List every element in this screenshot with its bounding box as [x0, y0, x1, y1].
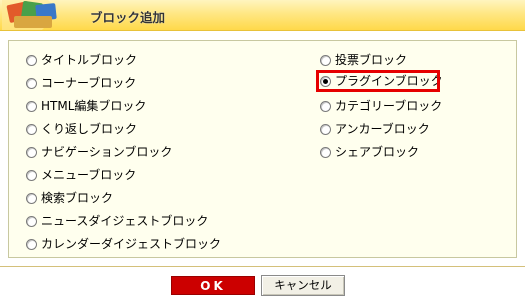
option-label: 投票ブロック — [335, 53, 408, 67]
option-label: コーナーブロック — [41, 76, 137, 90]
radio-icon[interactable] — [26, 215, 37, 227]
option-menu-block[interactable]: メニューブロック — [26, 166, 136, 184]
radio-icon[interactable] — [26, 169, 37, 181]
radio-icon[interactable] — [26, 77, 37, 89]
option-label: カテゴリーブロック — [335, 99, 443, 113]
option-share-block[interactable]: シェアブロック — [320, 143, 419, 161]
option-corner-block[interactable]: コーナーブロック — [26, 74, 136, 92]
option-search-block[interactable]: 検索ブロック — [26, 189, 113, 207]
radio-icon[interactable] — [26, 192, 37, 204]
radio-icon[interactable] — [26, 238, 37, 250]
option-news-digest-block[interactable]: ニュースダイジェストブロック — [26, 212, 208, 230]
selection-highlight-box — [316, 70, 440, 92]
option-category-block[interactable]: カテゴリーブロック — [320, 97, 442, 115]
option-title-block[interactable]: タイトルブロック — [26, 51, 137, 69]
option-anchor-block[interactable]: アンカーブロック — [320, 120, 430, 138]
radio-icon[interactable] — [320, 146, 331, 158]
block-folder-icon — [2, 0, 60, 30]
ok-button[interactable]: OK — [171, 276, 255, 295]
radio-icon[interactable] — [26, 146, 37, 158]
cancel-button[interactable]: キャンセル — [261, 275, 345, 296]
radio-icon[interactable] — [320, 100, 331, 112]
dialog-title: ブロック追加 — [90, 10, 166, 25]
radio-icon[interactable] — [26, 100, 37, 112]
option-repeat-block[interactable]: くり返しブロック — [26, 120, 137, 138]
option-label: タイトルブロック — [41, 53, 138, 67]
option-label: ナビゲーションブロック — [41, 145, 173, 159]
radio-icon[interactable] — [26, 123, 37, 135]
radio-icon[interactable] — [320, 54, 331, 66]
radio-icon[interactable] — [26, 54, 37, 66]
option-calendar-digest-block[interactable]: カレンダーダイジェストブロック — [26, 235, 221, 253]
block-type-panel: タイトルブロック コーナーブロック HTML編集ブロック くり返しブロック ナビ… — [8, 40, 517, 258]
option-html-block[interactable]: HTML編集ブロック — [26, 97, 146, 115]
radio-icon[interactable] — [320, 123, 331, 135]
option-label: ニュースダイジェストブロック — [41, 214, 209, 228]
option-label: アンカーブロック — [335, 122, 430, 136]
option-vote-block[interactable]: 投票ブロック — [320, 51, 407, 69]
option-label: HTML編集ブロック — [41, 99, 147, 113]
option-label: メニューブロック — [41, 168, 137, 182]
option-navigation-block[interactable]: ナビゲーションブロック — [26, 143, 172, 161]
option-label: カレンダーダイジェストブロック — [41, 237, 222, 251]
option-label: 検索ブロック — [41, 191, 114, 205]
footer-divider — [0, 266, 525, 267]
option-label: シェアブロック — [335, 145, 420, 159]
option-label: くり返しブロック — [41, 122, 138, 136]
dialog-header: ブロック追加 — [0, 0, 525, 31]
